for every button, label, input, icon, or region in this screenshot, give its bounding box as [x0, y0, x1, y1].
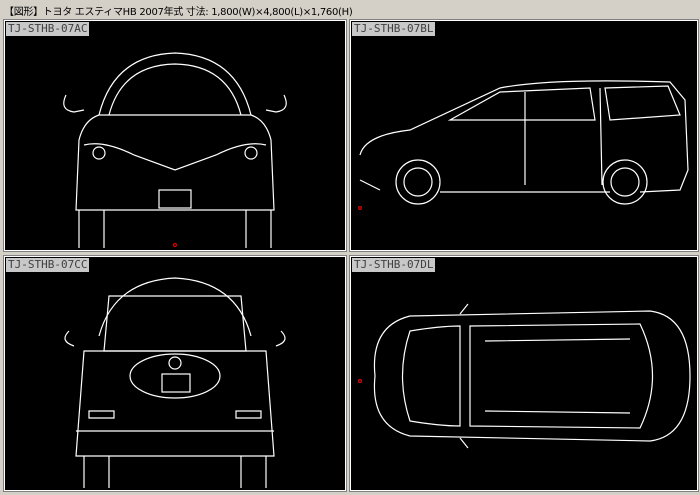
- window-title: 【図形】トヨタ エスティマHB 2007年式 寸法: 1,800(W)×4,80…: [4, 7, 353, 18]
- viewport-label: TJ-STHB-07AC: [6, 22, 90, 36]
- car-side-drawing: [357, 80, 689, 211]
- viewport-label: TJ-STHB-07BL: [352, 22, 436, 36]
- viewport-front[interactable]: TJ-STHB-07AC: [3, 19, 347, 252]
- car-top-drawing: [357, 303, 691, 449]
- viewport-label: TJ-STHB-07CC: [6, 258, 90, 272]
- viewport-side[interactable]: TJ-STHB-07BL: [349, 19, 699, 252]
- viewport-top[interactable]: TJ-STHB-07DL: [349, 255, 699, 492]
- car-front-drawing: [63, 52, 287, 248]
- car-rear-drawing: [64, 277, 286, 488]
- viewport-rear[interactable]: TJ-STHB-07CC: [3, 255, 347, 492]
- viewport-label: TJ-STHB-07DL: [352, 258, 436, 272]
